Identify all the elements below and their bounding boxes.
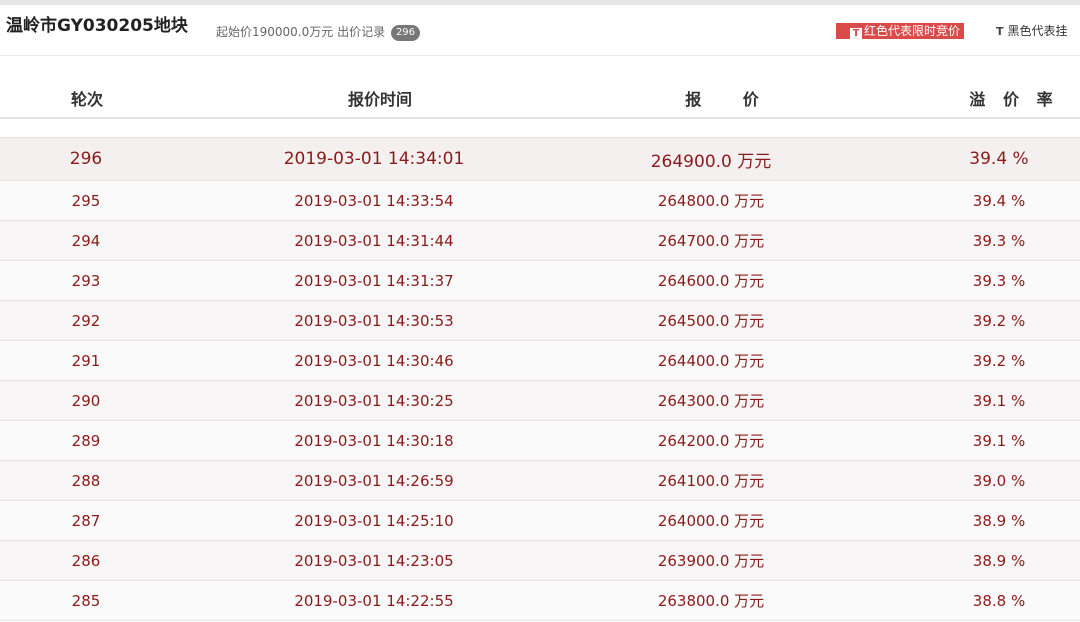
cell-price: 264300.0 万元 (657, 392, 765, 410)
auction-meta: 起始价190000.0万元 出价记录 296 (216, 23, 421, 41)
bid-record-link[interactable]: 出价记录 (337, 25, 385, 39)
legend-black-label: 黑色代表挂 (1007, 24, 1068, 38)
table-row: 296 2019-03-01 14:34:01 264900.0 万元 39.4… (0, 138, 1080, 181)
cell-price: 263900.0 万元 (657, 552, 765, 570)
table-spacer (0, 119, 1080, 138)
start-price: 起始价190000.0万元 (216, 25, 334, 39)
cell-price: 263800.0 万元 (657, 592, 765, 610)
cell-rate: 39.2 % (972, 311, 1026, 330)
table-header: 轮次 报价时间 报 价 溢 价 率 (0, 56, 1080, 117)
cell-time: 2019-03-01 14:30:25 (294, 391, 454, 410)
bid-count-badge: 296 (390, 25, 421, 41)
cell-time: 2019-03-01 14:31:37 (294, 271, 454, 290)
cell-round: 286 (71, 551, 101, 570)
cell-round: 296 (69, 149, 103, 169)
cell-rate: 39.1 % (972, 431, 1026, 450)
cell-rate: 38.9 % (972, 511, 1026, 530)
cell-time: 2019-03-01 14:22:55 (294, 591, 454, 610)
cell-round: 289 (71, 431, 101, 450)
cell-price: 264800.0 万元 (657, 192, 765, 210)
table-row: 290 2019-03-01 14:30:25 264300.0 万元 39.1… (0, 381, 1080, 421)
column-header-rate: 溢 价 率 (969, 90, 1059, 109)
cell-price: 264500.0 万元 (657, 312, 765, 330)
cell-round: 290 (71, 391, 101, 410)
table-row: 291 2019-03-01 14:30:46 264400.0 万元 39.2… (0, 341, 1080, 381)
cell-rate: 38.8 % (972, 591, 1026, 610)
cell-round: 292 (71, 311, 101, 330)
cell-price: 264900.0 万元 (650, 151, 772, 172)
cell-price: 264100.0 万元 (657, 472, 765, 490)
table-row: 287 2019-03-01 14:25:10 264000.0 万元 38.9… (0, 501, 1080, 541)
cell-rate: 39.1 % (972, 391, 1026, 410)
cell-rate: 38.9 % (972, 551, 1026, 570)
cell-round: 285 (71, 591, 101, 610)
table-row: 288 2019-03-01 14:26:59 264100.0 万元 39.0… (0, 461, 1080, 501)
cell-price: 264000.0 万元 (657, 512, 765, 530)
cell-time: 2019-03-01 14:31:44 (294, 231, 454, 250)
cell-rate: 39.3 % (972, 231, 1026, 250)
cell-round: 291 (71, 351, 101, 370)
cell-price: 264600.0 万元 (657, 272, 765, 290)
cell-time: 2019-03-01 14:34:01 (283, 149, 465, 169)
cell-round: 293 (71, 271, 101, 290)
column-header-time: 报价时间 (347, 90, 413, 109)
cell-time: 2019-03-01 14:23:05 (294, 551, 454, 570)
legend-red-label: 红色代表限时竞价 (864, 24, 961, 38)
table-row: 285 2019-03-01 14:22:55 263800.0 万元 38.8… (0, 581, 1080, 621)
column-header-price: 报 价 (685, 90, 759, 109)
cell-time: 2019-03-01 14:30:53 (294, 311, 454, 330)
cell-round: 295 (71, 191, 101, 210)
text-t-icon: T (850, 28, 862, 40)
table-row: 295 2019-03-01 14:33:54 264800.0 万元 39.4… (0, 181, 1080, 221)
cell-price: 264200.0 万元 (657, 432, 765, 450)
table-row: 294 2019-03-01 14:31:44 264700.0 万元 39.3… (0, 221, 1080, 261)
cell-round: 287 (71, 511, 101, 530)
cell-time: 2019-03-01 14:25:10 (294, 511, 454, 530)
cell-time: 2019-03-01 14:30:46 (294, 351, 454, 370)
legend-red: T 红色代表限时竞价 (836, 23, 965, 40)
cell-price: 264400.0 万元 (657, 352, 765, 370)
cell-time: 2019-03-01 14:33:54 (294, 191, 454, 210)
cell-price: 264700.0 万元 (657, 232, 765, 250)
cell-round: 288 (71, 471, 101, 490)
table-row: 293 2019-03-01 14:31:37 264600.0 万元 39.3… (0, 261, 1080, 301)
cell-rate: 39.4 % (972, 191, 1026, 210)
cell-round: 294 (71, 231, 101, 250)
page-header: 温岭市GY030205地块 起始价190000.0万元 出价记录 296 T 红色… (0, 5, 1080, 55)
cell-time: 2019-03-01 14:30:18 (294, 431, 454, 450)
column-header-round: 轮次 (70, 90, 104, 109)
table-row: 292 2019-03-01 14:30:53 264500.0 万元 39.2… (0, 301, 1080, 341)
cell-rate: 39.0 % (972, 471, 1026, 490)
cell-rate: 39.4 % (969, 149, 1029, 169)
table-row: 289 2019-03-01 14:30:18 264200.0 万元 39.1… (0, 421, 1080, 461)
cell-time: 2019-03-01 14:26:59 (294, 471, 454, 490)
cell-rate: 39.2 % (972, 351, 1026, 370)
cell-rate: 39.3 % (972, 271, 1026, 290)
text-t-icon: T (996, 25, 1004, 38)
legend-black: T 黑色代表挂 (996, 23, 1068, 40)
bid-table-body: 296 2019-03-01 14:34:01 264900.0 万元 39.4… (0, 138, 1080, 621)
page-title: 温岭市GY030205地块 (6, 16, 188, 36)
table-row: 286 2019-03-01 14:23:05 263900.0 万元 38.9… (0, 541, 1080, 581)
